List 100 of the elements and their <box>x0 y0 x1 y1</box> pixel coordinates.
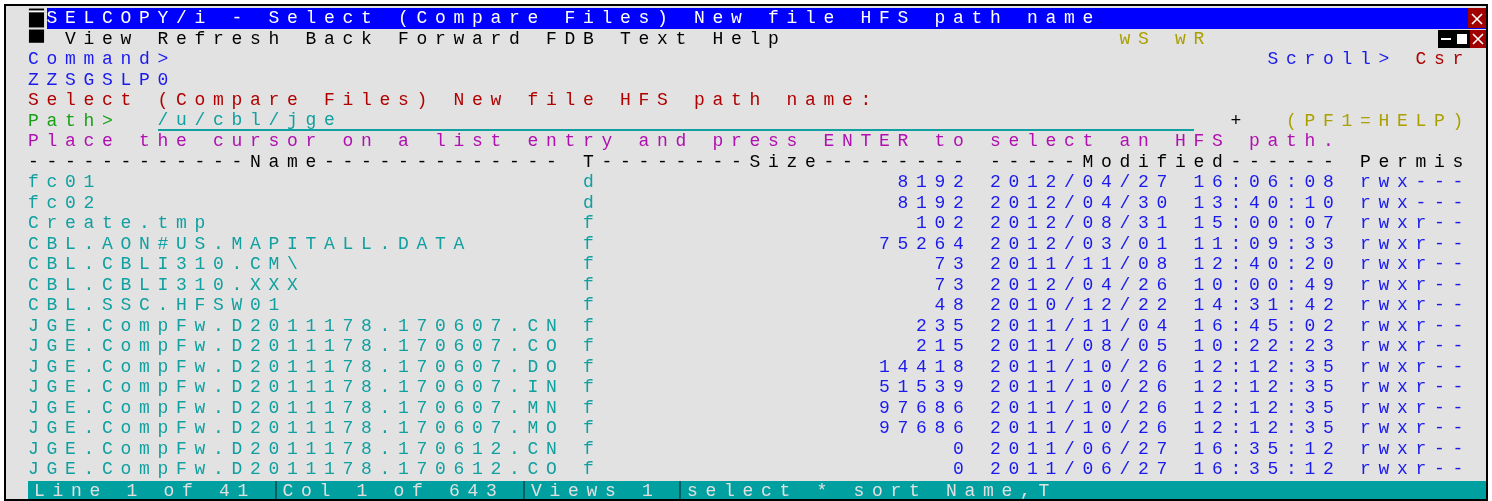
modified-date: 2011/11/08 <box>990 254 1175 275</box>
column-header: ------------Name------------- <box>28 151 565 172</box>
status-text: Line 1 of 41 <box>28 480 277 499</box>
permissions: rwxr-- <box>1360 418 1471 439</box>
scroll-value[interactable]: Csr <box>1415 49 1471 70</box>
modified-time: 12:12:35 <box>1193 397 1342 418</box>
file-size: 8192 <box>897 172 972 193</box>
modified-time: 16:35:12 <box>1193 438 1342 459</box>
file-name[interactable]: JGE.CompFw.D2011178.170607.DO <box>28 356 565 377</box>
modified-time: 10:00:49 <box>1193 274 1342 295</box>
file-size: 73 <box>934 254 972 275</box>
permissions: rwxr-- <box>1360 254 1471 275</box>
minimize-icon[interactable] <box>1438 29 1454 48</box>
file-name[interactable]: JGE.CompFw.D2011178.170607.MN <box>28 397 565 418</box>
modified-time: 11:09:33 <box>1193 233 1342 254</box>
file-type: f <box>583 459 602 480</box>
file-type: f <box>583 254 602 275</box>
modified-date: 2012/04/26 <box>990 274 1175 295</box>
file-name[interactable]: Create.tmp <box>28 213 213 234</box>
help-hint: (PF1=HELP) <box>1286 110 1471 131</box>
modified-date: 2011/08/05 <box>990 336 1175 357</box>
menu-item[interactable]: Help <box>712 28 787 49</box>
permissions: rwxr-- <box>1360 295 1471 316</box>
permissions: rwx--- <box>1360 192 1471 213</box>
permissions: rwxr-- <box>1360 315 1471 336</box>
permissions: rwxr-- <box>1360 336 1471 357</box>
permissions: rwxr-- <box>1360 213 1471 234</box>
file-size: 73 <box>934 274 972 295</box>
status-text: select * sort Name,T <box>686 480 1059 499</box>
file-type: f <box>583 315 602 336</box>
file-type: f <box>583 418 602 439</box>
path-label: Path> <box>28 110 121 131</box>
modified-time: 14:31:42 <box>1193 295 1342 316</box>
file-name[interactable]: JGE.CompFw.D2011178.170612.CN <box>28 438 565 459</box>
modified-time: 15:00:07 <box>1193 213 1342 234</box>
menu-item[interactable]: Refresh <box>157 28 287 49</box>
modified-time: 12:40:20 <box>1193 254 1342 275</box>
modified-date: 2012/04/27 <box>990 172 1175 193</box>
file-type: f <box>583 377 602 398</box>
modified-time: 10:22:23 <box>1193 336 1342 357</box>
file-name[interactable]: CBL.SSC.HFSW01 <box>28 295 287 316</box>
file-name[interactable]: CBL.CBLI310.XXX <box>28 274 306 295</box>
file-type: f <box>583 397 602 418</box>
file-type: f <box>583 356 602 377</box>
scroll-label: Scroll> <box>1267 49 1397 70</box>
menu-item[interactable]: FDB <box>546 28 602 49</box>
modified-date: 2010/12/22 <box>990 295 1175 316</box>
close-icon[interactable] <box>1468 8 1486 29</box>
file-type: d <box>583 172 602 193</box>
modified-date: 2012/03/01 <box>990 233 1175 254</box>
file-type: f <box>583 295 602 316</box>
file-size: 97686 <box>879 397 972 418</box>
window-title: SELCOPY/i - Select (Compare Files) New file HFS path name <box>46 8 1102 29</box>
file-name[interactable]: JGE.CompFw.D2011178.170607.CO <box>28 336 565 357</box>
status-text: Views 1 <box>525 480 682 499</box>
modified-time: 12:12:35 <box>1193 377 1342 398</box>
menu-item[interactable]: View <box>65 28 139 49</box>
permissions: rwxr-- <box>1360 274 1471 295</box>
file-size: 102 <box>916 213 972 234</box>
menu-item[interactable]: Text <box>620 28 694 49</box>
modified-date: 2011/06/27 <box>990 438 1175 459</box>
path-field[interactable]: /u/cbl/jge <box>157 110 1194 131</box>
modified-date: 2012/08/31 <box>990 213 1175 234</box>
command-label: Command> <box>28 49 176 70</box>
modified-date: 2011/10/26 <box>990 356 1175 377</box>
menu-item[interactable]: Forward <box>398 28 528 49</box>
file-size: 0 <box>953 438 972 459</box>
file-name[interactable]: JGE.CompFw.D2011178.170612.CO <box>28 459 565 480</box>
prompt-marker: + <box>1230 110 1249 131</box>
column-header: Permis <box>1360 151 1471 172</box>
panel-prompt: Select (Compare Files) New file HFS path name: <box>28 90 879 111</box>
file-name[interactable]: CBL.CBLI310.CM\ <box>28 254 306 275</box>
permissions: rwxr-- <box>1360 233 1471 254</box>
modified-time: 16:35:12 <box>1193 459 1342 480</box>
file-name[interactable]: fc02 <box>28 192 102 213</box>
permissions: rwxr-- <box>1360 356 1471 377</box>
modified-date: 2012/04/30 <box>990 192 1175 213</box>
panel-id: ZZSGSLP0 <box>28 69 176 90</box>
close-icon[interactable] <box>1470 29 1486 48</box>
column-header: --------Size-------- <box>601 151 972 172</box>
column-header: T <box>583 151 602 172</box>
file-name[interactable]: CBL.AON#US.MAPITALL.DATA <box>28 233 472 254</box>
file-name[interactable]: JGE.CompFw.D2011178.170607.IN <box>28 377 565 398</box>
file-name[interactable]: fc01 <box>28 172 102 193</box>
window-indicator: wS <box>1119 28 1157 49</box>
status-text: Col 1 of 643 <box>276 480 526 499</box>
file-name[interactable]: JGE.CompFw.D2011178.170607.MO <box>28 418 565 439</box>
file-size: 0 <box>953 459 972 480</box>
file-size: 215 <box>916 336 972 357</box>
maximize-icon[interactable] <box>1454 29 1470 48</box>
file-size: 235 <box>916 315 972 336</box>
modified-time: 12:12:35 <box>1193 418 1342 439</box>
instruction-text: Place the cursor on a list entry and press ENTER to select an HFS path. <box>28 131 1342 152</box>
modified-date: 2011/10/26 <box>990 377 1175 398</box>
file-size: 48 <box>934 295 972 316</box>
menu-item[interactable]: Back <box>305 28 380 49</box>
window-indicator: wR <box>1175 28 1212 49</box>
file-name[interactable]: JGE.CompFw.D2011178.170607.CN <box>28 315 565 336</box>
file-size: 97686 <box>879 418 972 439</box>
permissions: rwx--- <box>1360 172 1471 193</box>
